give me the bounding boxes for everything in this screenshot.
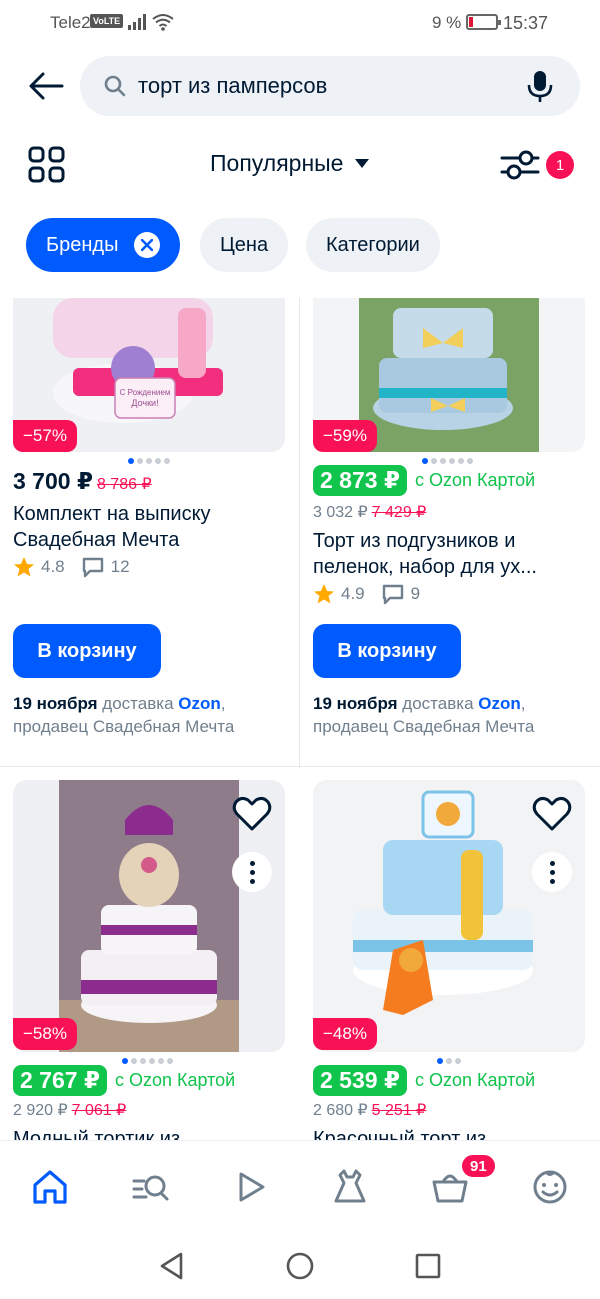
- profile-face-icon: [533, 1170, 567, 1204]
- catalog-search-icon: [132, 1175, 169, 1201]
- ozon-card-price: 2 767 ₽ с Ozon Картой: [13, 1065, 235, 1096]
- old-price: 8 786 ₽: [96, 476, 152, 493]
- more-options-button[interactable]: [532, 852, 572, 892]
- product-rating: 4.8 12: [13, 556, 130, 578]
- bottom-navigation: 91: [0, 1140, 600, 1232]
- chip-price[interactable]: Цена: [200, 218, 289, 272]
- close-icon[interactable]: [134, 232, 161, 258]
- heart-icon: [232, 796, 272, 831]
- discount-badge: −48%: [313, 1018, 377, 1050]
- favorite-button[interactable]: [530, 792, 574, 836]
- system-back-icon[interactable]: [157, 1250, 187, 1282]
- product-title[interactable]: Модный тортик из: [13, 1126, 285, 1140]
- ozon-card-price: 2 539 ₽ с Ozon Картой: [313, 1065, 535, 1096]
- sliders-icon: [500, 150, 540, 180]
- sort-dropdown[interactable]: Популярные: [210, 150, 370, 177]
- comment-icon: [382, 584, 403, 605]
- search-bar[interactable]: торт из памперсов: [80, 56, 580, 116]
- comment-icon: [82, 557, 103, 578]
- discount-badge: −58%: [13, 1018, 77, 1050]
- heart-icon: [532, 796, 572, 831]
- sort-label: Популярные: [210, 150, 344, 176]
- image-pager: [422, 458, 473, 464]
- old-price: 7 061 ₽: [71, 1102, 127, 1119]
- image-pager: [128, 458, 170, 464]
- chip-label: Цена: [220, 233, 269, 256]
- system-home-icon[interactable]: [285, 1250, 315, 1282]
- caret-down-icon: [355, 159, 370, 168]
- divider: [0, 766, 600, 767]
- product-rating: 4.9 9: [313, 583, 420, 605]
- status-bar: Tele2 VoLTE 9 % 15:37: [0, 0, 600, 44]
- signal-icon: [128, 14, 146, 30]
- more-options-button[interactable]: [232, 852, 272, 892]
- battery-icon: [466, 14, 501, 30]
- cart-count-badge: 91: [460, 1153, 497, 1179]
- search-icon: [104, 75, 126, 97]
- old-price: 7 429 ₽: [371, 504, 427, 521]
- chip-label: Категории: [326, 233, 420, 256]
- filter-button[interactable]: [498, 146, 542, 184]
- divider: [299, 298, 300, 768]
- discount-badge: −57%: [13, 420, 77, 452]
- sign-text: С Рождением: [120, 388, 171, 397]
- add-to-cart-button[interactable]: В корзину: [313, 624, 461, 678]
- product-grid: С Рождением Дочки! −57% 3 700 ₽8 786 ₽ К…: [0, 298, 600, 1140]
- regular-price: 2 680 ₽5 251 ₽: [313, 1102, 427, 1119]
- product-title[interactable]: Красочный торт из: [313, 1126, 585, 1140]
- product-title[interactable]: Торт из подгузников и пеленок, набор для…: [313, 528, 585, 580]
- filter-count-badge: 1: [546, 151, 574, 179]
- nav-profile[interactable]: [528, 1165, 572, 1209]
- regular-price: 2 920 ₽7 061 ₽: [13, 1102, 127, 1119]
- battery-percent: 9 %: [432, 13, 462, 32]
- grid-view-button[interactable]: [28, 146, 66, 184]
- volte-badge: VoLTE: [90, 14, 124, 28]
- star-icon: [314, 584, 334, 604]
- nav-home[interactable]: [28, 1165, 72, 1209]
- grid-icon: [28, 146, 65, 183]
- back-button[interactable]: [22, 60, 70, 112]
- search-input[interactable]: торт из памперсов: [138, 73, 327, 99]
- chip-categories[interactable]: Категории: [306, 218, 440, 272]
- image-pager: [437, 1058, 461, 1064]
- image-pager: [122, 1058, 173, 1064]
- nav-fresh[interactable]: [328, 1165, 372, 1209]
- regular-price: 3 032 ₽7 429 ₽: [313, 504, 427, 521]
- nav-catalog[interactable]: [128, 1165, 172, 1209]
- wifi-icon: [152, 14, 174, 31]
- nav-video[interactable]: [228, 1165, 272, 1209]
- favorite-button[interactable]: [230, 792, 274, 836]
- delivery-info: 19 ноября доставка Ozon, продавец Свадеб…: [313, 694, 535, 736]
- ozon-card-price: 2 873 ₽ с Ozon Картой: [313, 465, 535, 496]
- carrier-name: Tele2: [50, 13, 91, 32]
- discount-badge: −59%: [313, 420, 377, 452]
- old-price: 5 251 ₽: [371, 1102, 427, 1119]
- delivery-info: 19 ноября доставка Ozon, продавец Свадеб…: [13, 694, 235, 736]
- sign-text: Дочки!: [131, 398, 158, 408]
- product-price: 3 700 ₽8 786 ₽: [13, 468, 152, 494]
- home-icon: [33, 1170, 67, 1204]
- clock: 15:37: [503, 13, 549, 33]
- system-recents-icon[interactable]: [413, 1250, 443, 1282]
- dress-icon: [334, 1169, 366, 1203]
- play-icon: [239, 1172, 265, 1202]
- chip-label: Бренды: [46, 233, 119, 256]
- star-icon: [14, 557, 34, 577]
- product-title[interactable]: Комплект на выписку Свадебная Мечта: [13, 501, 285, 553]
- chip-brands[interactable]: Бренды: [26, 218, 181, 272]
- add-to-cart-button[interactable]: В корзину: [13, 624, 161, 678]
- microphone-icon[interactable]: [526, 70, 554, 104]
- arrow-left-icon: [29, 72, 64, 100]
- system-navigation-bar: [0, 1232, 600, 1299]
